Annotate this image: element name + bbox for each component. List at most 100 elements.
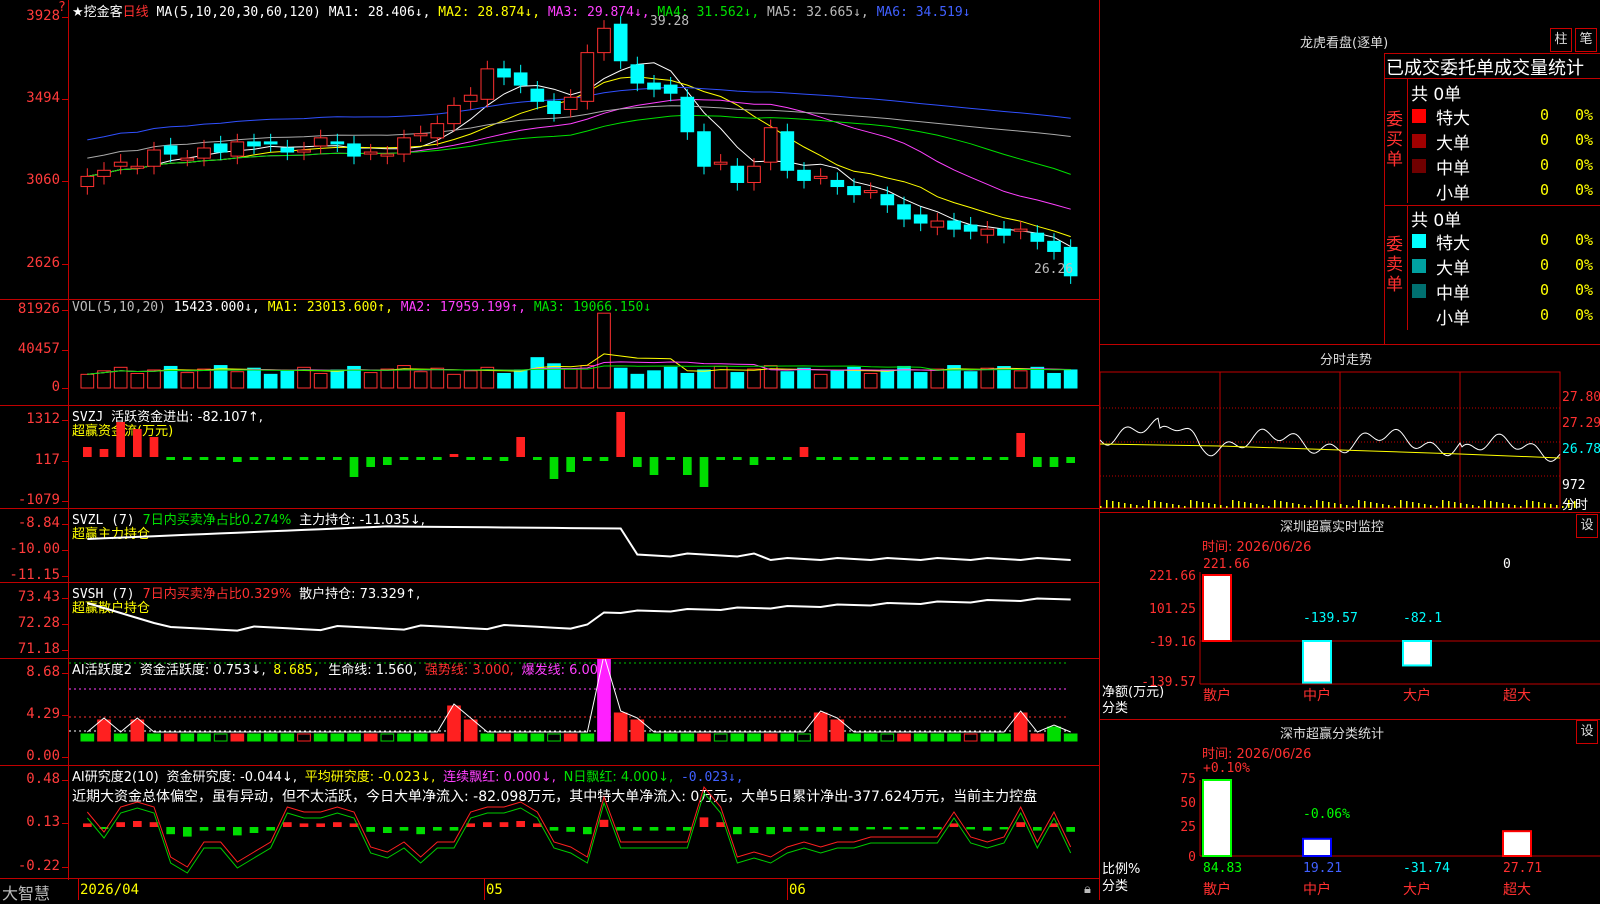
ai1-bar [330,733,345,742]
y-tick [62,576,68,577]
y-tick [62,420,68,421]
sz-monitor-chart[interactable]: 221.66101.25-19.16-139.57221.66-139.57 -8… [1100,550,1600,720]
ai1-bar [380,733,395,742]
intraday-avg-line [1100,443,1561,459]
intraday-vol-bar [1508,504,1510,508]
cls-settings-button[interactable]: 设 [1576,720,1598,744]
buy-side-label: 委买单 [1386,110,1406,170]
intraday-vol-bar [1448,501,1450,508]
ai1-bar [613,712,628,742]
tick-mode-button[interactable]: 笔 [1575,28,1597,52]
ai2-chart[interactable] [69,766,1099,878]
volume-bar [980,367,995,389]
price-chart[interactable] [69,0,1099,299]
svzj-bar [349,457,359,477]
ai1-bar [947,733,961,742]
legend-swatch [1412,184,1426,198]
candle-body [197,147,211,159]
intraday-vol-bar [1118,502,1120,508]
svsh-chart[interactable] [69,583,1099,658]
y-tick [62,310,68,311]
bar-mode-button[interactable]: 柱 [1550,28,1572,52]
ai2-bar [449,827,459,831]
y-tick [62,181,68,182]
candle-body [447,104,461,125]
ai2-bar [583,827,592,835]
intraday-vol-bar [1412,502,1414,508]
candle-body [230,141,245,157]
y-tick [62,17,68,18]
ai2-bar [983,827,992,831]
intraday-vol-bar [1178,505,1180,508]
cls-chart[interactable]: 75 50 25 0 +0.10% -0.06% 84.83 19.21 -31.74 27.71… [1100,760,1600,900]
lock-icon[interactable]: 🔒︎ [1084,882,1091,897]
volume-chart[interactable] [69,300,1099,405]
intraday-chart[interactable] [1100,370,1600,510]
intraday-vol-bar [1304,505,1306,508]
legend-swatch [1412,309,1426,323]
ai2-bar [399,827,409,831]
intraday-vol-bar [1196,501,1198,508]
ai2-bar [499,822,509,827]
intraday-vol-bar [1394,506,1396,508]
intraday-vol-bar [1286,502,1288,508]
ai1-bar [463,719,478,742]
y-tick [62,99,68,100]
ai1-bar [430,733,445,742]
candle-body [647,82,661,90]
ai1-bar [697,733,711,742]
candle-body [680,96,695,133]
candle-body [663,84,678,94]
y-tick [62,524,68,525]
ai1-bar [963,733,978,742]
ai1-chart[interactable] [69,659,1099,765]
intraday-vol-bar [1226,506,1228,508]
ai1-bar [763,733,778,742]
ai1-bar [480,733,495,742]
svzj-bar [383,457,392,465]
sz-value: -82.1 [1403,611,1442,626]
candle-body [747,165,761,183]
ai2-bar [733,827,742,835]
ai1-bar [847,733,861,742]
intraday-vol-bar [1322,501,1324,508]
y-tick [62,780,68,781]
svzj-bar [216,457,225,460]
cls-bar [1202,779,1232,857]
ai2-bar [966,827,975,830]
candle-body [863,190,878,194]
intraday-y-label: 26.78 [1562,442,1600,457]
intraday-vol-bar [1310,506,1312,508]
ai2-bar [1016,822,1025,827]
sz-bar [1402,640,1432,667]
volume-bar [430,367,445,389]
intraday-vol-bar [1166,503,1168,508]
volume-bar [680,372,695,389]
intraday-vol-bar [1346,505,1348,508]
svzj-chart[interactable] [69,406,1099,508]
y-tick-label: 40457 [17,341,60,357]
candle-body [263,141,278,145]
intraday-vol-bar [1208,503,1210,508]
y-tick-label: 3494 [26,90,60,106]
ai2-bar [216,827,225,831]
ai2-bar [83,823,92,827]
intraday-vol-bar [1172,504,1174,508]
svzl-chart[interactable] [69,509,1099,582]
y-tick [62,624,68,625]
date-axis-05: 05 [486,882,503,898]
svzj-bar [83,447,92,457]
intraday-vol-bar [1142,506,1144,508]
svzj-bar [716,457,725,460]
intraday-vol-bar [1424,504,1426,508]
sz-y-label: 101.25 [1149,602,1196,617]
volume-bar [930,368,945,389]
intraday-vol-bar [1454,502,1456,508]
candle-body [963,224,978,232]
legend-swatch [1412,109,1426,123]
sz-settings-button[interactable]: 设 [1576,514,1598,538]
y-tick-label: 3928 [26,8,60,24]
ai1-bar [163,733,178,742]
svzj-bar [549,457,559,479]
intraday-vol-bar [1100,506,1102,508]
